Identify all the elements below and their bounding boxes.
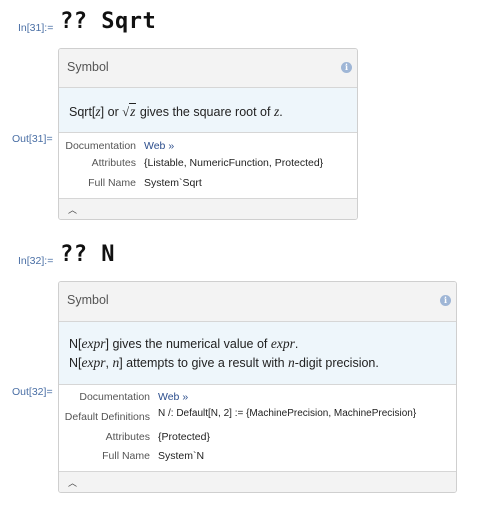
description-line: Sqrt[z] or √z gives the square root of z… xyxy=(69,103,283,119)
description: Sqrt[z] or √z gives the square root of z… xyxy=(59,88,357,133)
chevron-up-icon[interactable]: ︿ xyxy=(68,476,77,489)
description: N[expr] gives the numerical value of exp… xyxy=(59,322,456,385)
documentation-link[interactable]: Web » xyxy=(144,140,174,152)
row-value-full-name: System`N xyxy=(158,450,205,462)
symbol-card-n: Symbol i N[expr] gives the numerical val… xyxy=(58,281,457,493)
out-label-31: Out[31]= xyxy=(12,133,53,145)
info-icon[interactable]: i xyxy=(341,62,352,73)
card-title: Symbol xyxy=(67,60,109,74)
card-header: Symbol i xyxy=(59,49,357,88)
row-key-default-definitions: Default Definitions xyxy=(64,411,150,423)
card-footer: ︿ xyxy=(59,198,357,219)
row-key-attributes: Attributes xyxy=(105,431,150,443)
out-label-32: Out[32]= xyxy=(12,386,53,398)
row-key-full-name: Full Name xyxy=(102,450,150,462)
input-31[interactable]: ?? Sqrt xyxy=(60,9,156,34)
info-icon[interactable]: i xyxy=(440,295,451,306)
row-value-attributes: {Protected} xyxy=(158,431,210,443)
description-line-2: N[expr, n] attempts to give a result wit… xyxy=(69,355,379,370)
chevron-up-icon[interactable]: ︿ xyxy=(68,203,77,216)
row-value-full-name: System`Sqrt xyxy=(144,177,202,189)
row-key-documentation: Documentation xyxy=(65,140,136,152)
row-key-attributes: Attributes xyxy=(91,157,136,169)
symbol-card-sqrt: Symbol i Sqrt[z] or √z gives the square … xyxy=(58,48,358,220)
input-32[interactable]: ?? N xyxy=(60,242,115,267)
card-footer: ︿ xyxy=(59,471,456,492)
in-label-32: In[32]:= xyxy=(18,255,54,267)
card-title: Symbol xyxy=(67,293,109,307)
row-value-default-definitions: N /: Default[N, 2] := {MachinePrecision,… xyxy=(158,408,417,419)
card-header: Symbol i xyxy=(59,282,456,322)
row-key-full-name: Full Name xyxy=(88,177,136,189)
documentation-link[interactable]: Web » xyxy=(158,391,188,403)
description-line-1: N[expr] gives the numerical value of exp… xyxy=(69,336,299,351)
in-label-31: In[31]:= xyxy=(18,22,54,34)
row-key-documentation: Documentation xyxy=(79,391,150,403)
row-value-attributes: {Listable, NumericFunction, Protected} xyxy=(144,157,324,169)
